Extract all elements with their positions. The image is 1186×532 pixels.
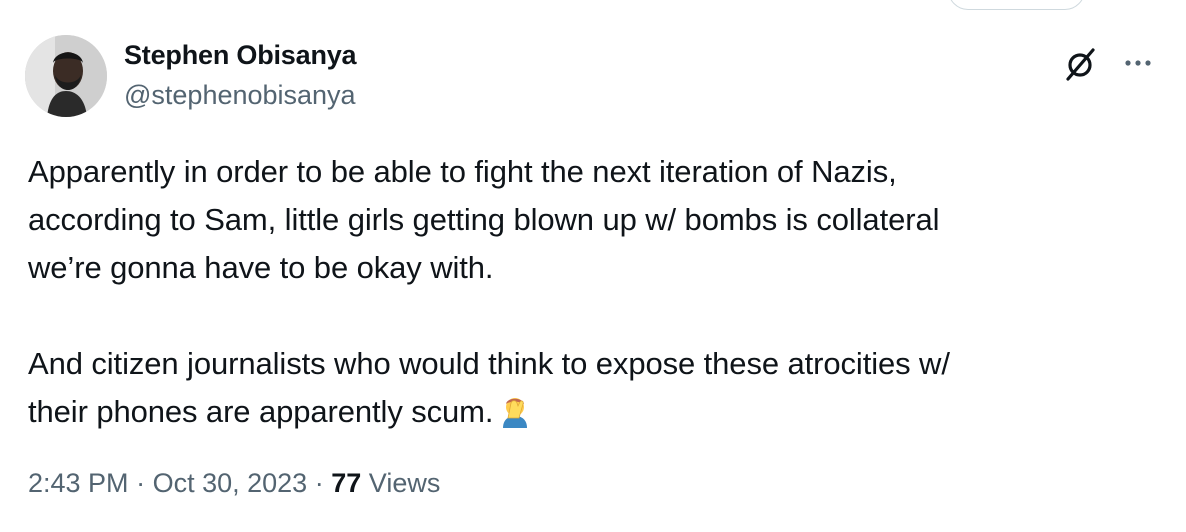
tweet-line: And citizen journalists who would think … xyxy=(28,346,950,381)
grok-icon[interactable] xyxy=(1062,46,1098,82)
meta-separator: · xyxy=(136,468,146,498)
tweet-time[interactable]: 2:43 PM xyxy=(28,468,129,498)
meta-separator: · xyxy=(314,468,324,498)
tweet-line-text: their phones are apparently scum. xyxy=(28,394,494,429)
author-handle[interactable]: @stephenobisanya xyxy=(124,77,356,113)
tweet-line: we’re gonna have to be okay with. xyxy=(28,250,494,285)
tweet-line: according to Sam, little girls getting b… xyxy=(28,202,940,237)
more-icon[interactable] xyxy=(1120,48,1156,78)
tweet-meta: 2:43 PM · Oct 30, 2023 · 77 Views xyxy=(28,464,440,502)
views-count: 77 xyxy=(331,468,362,498)
avatar[interactable] xyxy=(25,35,107,117)
tweet-date[interactable]: Oct 30, 2023 xyxy=(153,468,308,498)
author-display-name[interactable]: Stephen Obisanya xyxy=(124,37,357,73)
tweet-line: Apparently in order to be able to fight … xyxy=(28,154,897,189)
tweet-line-with-emoji: their phones are apparently scum. xyxy=(28,388,1148,436)
tweet-text: Apparently in order to be able to fight … xyxy=(28,148,1148,436)
man-facepalming-icon xyxy=(499,394,531,428)
views-label: Views xyxy=(368,468,441,498)
follow-button-partial[interactable] xyxy=(948,0,1085,10)
